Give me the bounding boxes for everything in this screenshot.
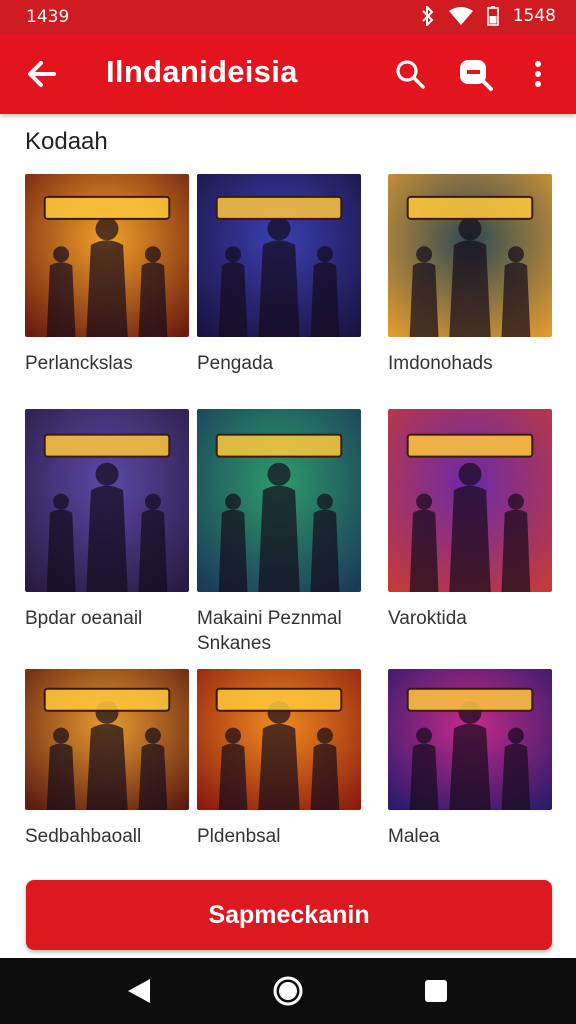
game-cover-art bbox=[388, 669, 552, 810]
game-tile[interactable]: Sedbahbaoall bbox=[25, 669, 189, 849]
battery-icon bbox=[486, 6, 499, 26]
game-cover-art bbox=[197, 409, 361, 592]
game-tile[interactable]: Bpdar oeanail bbox=[25, 409, 189, 631]
primary-action-button[interactable]: Sapmeckanin bbox=[26, 880, 552, 950]
bluetooth-icon bbox=[422, 6, 434, 26]
game-tile[interactable]: Varoktida bbox=[388, 409, 552, 631]
search-icon bbox=[396, 60, 425, 89]
chat-search-button[interactable] bbox=[456, 54, 496, 94]
status-time: 1439 bbox=[26, 7, 70, 27]
game-title: Varoktida bbox=[388, 608, 467, 629]
game-tile[interactable]: Perlanckslas bbox=[25, 174, 189, 376]
page-title: Ilndanideisia bbox=[106, 54, 298, 89]
app-bar: Ilndanideisia bbox=[0, 34, 576, 114]
wifi-icon bbox=[448, 7, 473, 25]
chat-search-icon bbox=[460, 60, 493, 91]
search-button[interactable] bbox=[390, 54, 430, 94]
more-options-button[interactable] bbox=[520, 54, 560, 94]
status-bar: 1439 1548 bbox=[0, 0, 576, 34]
game-title: Sedbahbaoall bbox=[25, 826, 142, 847]
game-title: Bpdar oeanail bbox=[25, 608, 143, 629]
game-cover-art bbox=[25, 174, 189, 337]
game-tile[interactable]: Malea bbox=[388, 669, 552, 849]
game-title: Malea bbox=[388, 826, 440, 847]
recents-square-icon bbox=[425, 980, 447, 1002]
system-nav-bar bbox=[0, 958, 576, 1024]
game-cover-art bbox=[388, 174, 552, 337]
game-tile[interactable]: Pldenbsal bbox=[197, 669, 361, 849]
game-cover-art bbox=[25, 409, 189, 592]
game-cover-art bbox=[25, 669, 189, 810]
more-vert-icon bbox=[535, 61, 541, 87]
game-title: Pldenbsal bbox=[197, 826, 281, 847]
game-tile[interactable]: Imdonohads bbox=[388, 174, 552, 376]
game-cover-art bbox=[388, 409, 552, 592]
nav-recents-button[interactable] bbox=[419, 974, 453, 1008]
nav-back-button[interactable] bbox=[122, 974, 156, 1008]
game-tile[interactable]: Pengada bbox=[197, 174, 361, 376]
arrow-back-icon bbox=[28, 61, 56, 87]
game-tile[interactable]: Makaini Peznmal Snkanes bbox=[197, 409, 361, 656]
game-title: Imdonohads bbox=[388, 353, 493, 374]
game-cover-art bbox=[197, 669, 361, 810]
game-cover-art bbox=[197, 174, 361, 337]
status-clock: 1548 bbox=[512, 6, 556, 26]
game-title: Perlanckslas bbox=[25, 353, 133, 374]
back-triangle-icon bbox=[128, 979, 150, 1003]
game-title: Pengada bbox=[197, 353, 274, 374]
game-title: Makaini Peznmal Snkanes bbox=[197, 608, 342, 654]
home-circle-icon bbox=[273, 976, 303, 1006]
nav-home-button[interactable] bbox=[271, 974, 305, 1008]
back-button[interactable] bbox=[22, 54, 62, 94]
section-label: Kodaah bbox=[25, 128, 108, 155]
